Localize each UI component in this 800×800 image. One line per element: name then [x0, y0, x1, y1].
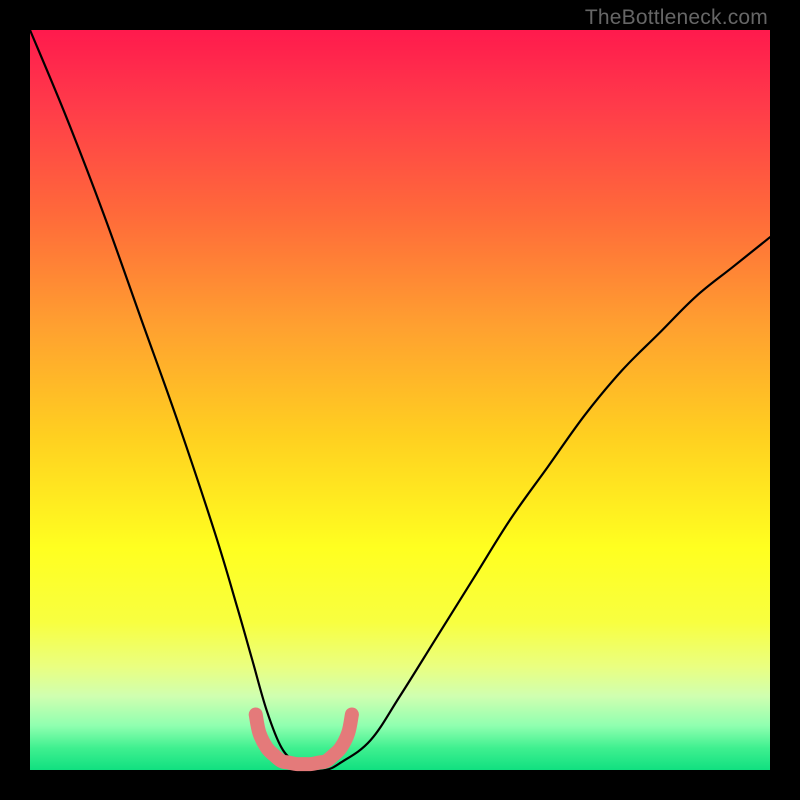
- bottleneck-curve-line: [30, 30, 770, 771]
- chart-svg: [30, 30, 770, 770]
- chart-frame: TheBottleneck.com: [0, 0, 800, 800]
- plot-area: [30, 30, 770, 770]
- watermark-text: TheBottleneck.com: [585, 6, 768, 30]
